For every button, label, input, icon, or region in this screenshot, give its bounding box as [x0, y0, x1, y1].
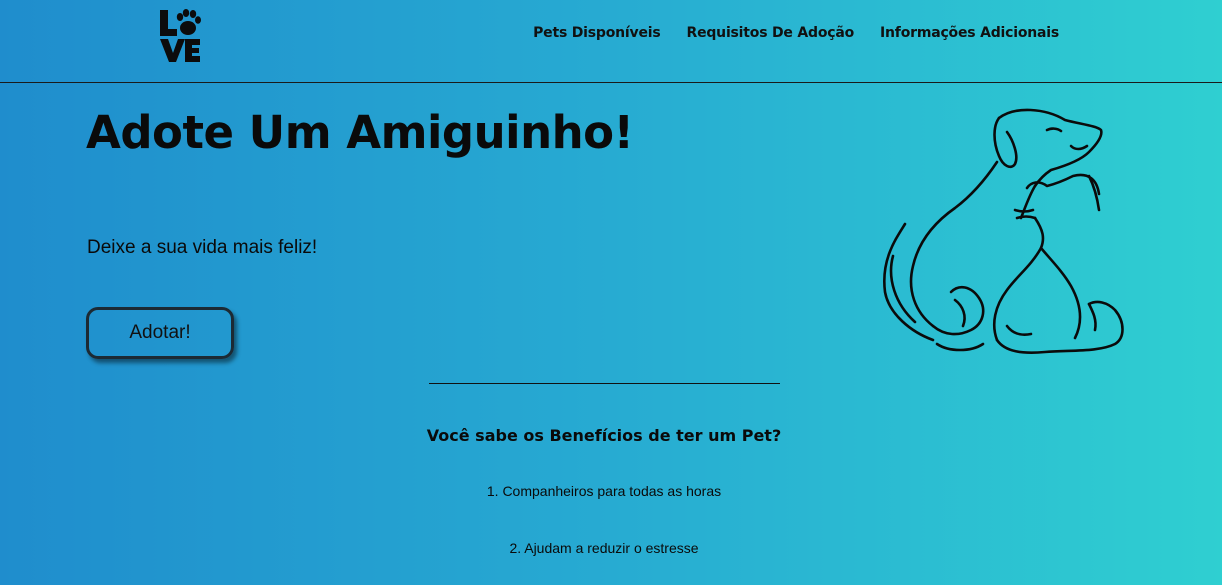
- nav-link-informacoes-adicionais[interactable]: Informações Adicionais: [880, 25, 1059, 41]
- hero-subtitle: Deixe a sua vida mais feliz!: [87, 237, 318, 258]
- benefits-heading: Você sabe os Benefícios de ter um Pet?: [426, 426, 782, 445]
- list-item: 1. Companheiros para todas as horas: [486, 483, 722, 499]
- dog-and-cat-outline-illustration: [883, 108, 1124, 354]
- love-paw-logo-icon[interactable]: [158, 8, 202, 64]
- nav-link-requisitos-de-adocao[interactable]: Requisitos De Adoção: [686, 25, 854, 41]
- list-item: 2. Ajudam a reduzir o estresse: [509, 540, 699, 556]
- section-divider: [429, 383, 780, 384]
- top-navigation-bar: Pets Disponíveis Requisitos De Adoção In…: [0, 0, 1222, 83]
- nav-link-pets-disponiveis[interactable]: Pets Disponíveis: [533, 25, 661, 41]
- benefits-list: 1. Companheiros para todas as horas 2. A…: [0, 483, 1208, 585]
- main-nav: Pets Disponíveis Requisitos De Adoção In…: [533, 25, 1059, 41]
- hero-title: Adote Um Amiguinho!: [86, 106, 634, 159]
- adopt-button[interactable]: Adotar!: [86, 307, 234, 359]
